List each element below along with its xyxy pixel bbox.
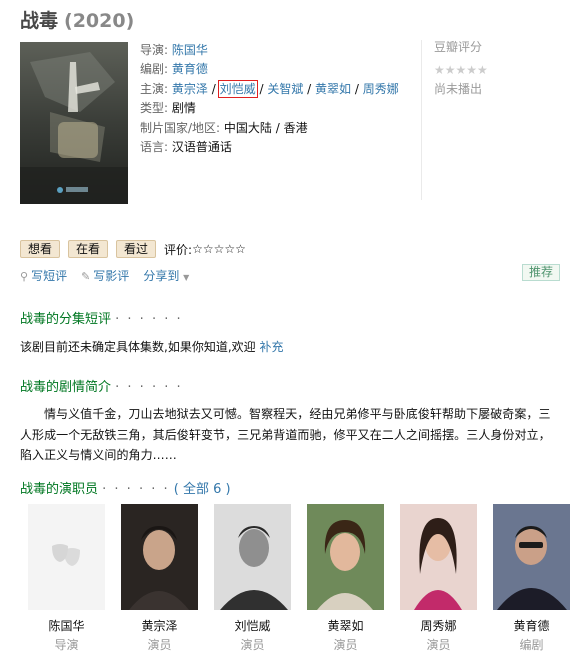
synopsis-text: 情与义值千金，刀山去地狱去又可憾。智察程天，经由兄弟修平与卧底俊轩帮助下屡破奇案… <box>20 407 551 462</box>
synopsis-heading: 战毒的剧情简介 · · · · · · <box>20 376 183 395</box>
avatar[interactable] <box>307 504 384 610</box>
director-link[interactable]: 陈国华 <box>172 43 208 57</box>
portrait-photo <box>214 504 291 610</box>
avatar-placeholder[interactable] <box>28 504 105 610</box>
avatar[interactable] <box>121 504 198 610</box>
cast-member[interactable]: 黄翠如 演员 <box>299 504 392 653</box>
cast-heading: 战毒的演职员 · · · · · · ( 全部 6 ) <box>20 478 231 497</box>
write-short-review-link[interactable]: 写短评 <box>31 269 67 283</box>
region-value: 中国大陆 / 香港 <box>223 120 308 135</box>
cast-separator: / <box>259 81 264 96</box>
portrait-photo <box>400 504 477 610</box>
cast-role: 导演 <box>54 638 79 652</box>
cast-row: 主演: 黄宗泽 / 刘恺威 / 关智斌 / 黄翠如 / 周秀娜 <box>140 79 415 99</box>
cast-member[interactable]: 黄育德 编剧 <box>485 504 576 653</box>
region-label: 制片国家/地区: <box>140 120 221 135</box>
sub-actions: ⚲ 写短评 ✎ 写影评 分享到 ▼ <box>20 267 206 284</box>
cast-link-1[interactable]: 黄宗泽 <box>172 82 208 96</box>
episodes-add-link[interactable]: 补充 <box>259 340 283 354</box>
show-title: 战毒 <box>20 10 59 32</box>
cast-name[interactable]: 黄宗泽 <box>113 617 206 634</box>
my-rating-stars[interactable]: ☆☆☆☆☆ <box>192 242 246 256</box>
cast-name[interactable]: 黄翠如 <box>299 617 392 634</box>
episodes-heading-dots: · · · · · · <box>115 312 183 327</box>
cast-list: 陈国华 导演 黄宗泽 演员 刘恺威 演员 黄翠如 演员 周秀娜 演员 黄育德 编… <box>20 504 576 653</box>
rating-status: 尚未播出 <box>434 82 483 96</box>
cast-role: 演员 <box>240 638 265 652</box>
poster-image[interactable] <box>20 42 128 204</box>
portrait-photo <box>493 504 570 610</box>
avatar[interactable] <box>493 504 570 610</box>
show-year: (2020) <box>64 10 135 32</box>
cast-all-link[interactable]: ( 全部 6 ) <box>174 482 231 497</box>
writer-link[interactable]: 黄育德 <box>172 62 208 76</box>
cast-role: 演员 <box>426 638 451 652</box>
cast-separator: / <box>211 81 216 96</box>
synopsis-heading-dots: · · · · · · <box>115 380 183 395</box>
writer-label: 编剧: <box>140 62 169 77</box>
region-row: 制片国家/地区: 中国大陆 / 香港 <box>140 119 415 138</box>
avatar[interactable] <box>214 504 291 610</box>
rating-label: 豆瓣评分 <box>434 40 483 54</box>
cast-separator: / <box>307 81 312 96</box>
episodes-heading: 战毒的分集短评 · · · · · · <box>20 308 183 327</box>
cast-member[interactable]: 陈国华 导演 <box>20 504 113 653</box>
cast-link-2[interactable]: 刘恺威 <box>217 79 258 98</box>
cast-heading-dots: · · · · · · <box>102 482 170 497</box>
my-rating-label: 评价: <box>164 242 193 257</box>
cast-member[interactable]: 刘恺威 演员 <box>206 504 299 653</box>
cast-member[interactable]: 黄宗泽 演员 <box>113 504 206 653</box>
comment-icon: ⚲ <box>20 270 29 283</box>
share-link[interactable]: 分享到 <box>143 269 179 283</box>
synopsis-heading-text: 战毒的剧情简介 <box>20 380 112 395</box>
language-row: 语言: 汉语普通话 <box>140 138 415 157</box>
mark-actions: 想看 在看 看过 评价: ☆☆☆☆☆ <box>20 240 246 258</box>
cast-link-5[interactable]: 周秀娜 <box>363 82 399 96</box>
portrait-photo <box>121 504 198 610</box>
cast-link-4[interactable]: 黄翠如 <box>315 82 351 96</box>
language-value: 汉语普通话 <box>171 140 232 155</box>
info-block: 导演: 陈国华 编剧: 黄育德 主演: 黄宗泽 / 刘恺威 / 关智斌 / 黄翠… <box>140 41 415 157</box>
rating-stars: ★★★★★ <box>434 63 488 77</box>
director-label: 导演: <box>140 43 169 57</box>
theater-masks-icon <box>28 504 105 610</box>
cast-name[interactable]: 陈国华 <box>20 617 113 634</box>
write-review[interactable]: ✎ 写影评 <box>81 267 129 284</box>
director-row: 导演: 陈国华 <box>140 41 415 60</box>
language-label: 语言: <box>140 140 169 155</box>
poster-artwork <box>20 42 128 204</box>
avatar[interactable] <box>400 504 477 610</box>
cast-name[interactable]: 黄育德 <box>485 617 576 634</box>
cast-role: 演员 <box>147 638 172 652</box>
cast-name[interactable]: 周秀娜 <box>392 617 485 634</box>
cast-member[interactable]: 周秀娜 演员 <box>392 504 485 653</box>
page-title: 战毒 (2020) <box>20 6 134 33</box>
write-review-link[interactable]: 写影评 <box>93 269 129 283</box>
chevron-down-icon: ▼ <box>183 273 190 282</box>
cast-name[interactable]: 刘恺威 <box>206 617 299 634</box>
cast-role: 演员 <box>333 638 358 652</box>
cast-heading-text: 战毒的演职员 <box>20 482 99 497</box>
genre-label: 类型: <box>140 101 169 116</box>
want-to-watch-button[interactable]: 想看 <box>20 240 61 258</box>
episodes-note: 该剧目前还未确定具体集数,如果你知道,欢迎 补充 <box>20 338 283 355</box>
watching-button[interactable]: 在看 <box>68 240 109 258</box>
writer-row: 编剧: 黄育德 <box>140 60 415 79</box>
write-short-review[interactable]: ⚲ 写短评 <box>20 267 67 284</box>
watched-button[interactable]: 看过 <box>116 240 157 258</box>
recommend-button[interactable]: 推荐 <box>521 264 560 281</box>
pencil-icon: ✎ <box>81 270 91 283</box>
cast-role: 编剧 <box>519 638 544 652</box>
episodes-heading-text: 战毒的分集短评 <box>20 312 112 327</box>
episodes-note-text: 该剧目前还未确定具体集数,如果你知道,欢迎 <box>20 340 256 354</box>
cast-link-3[interactable]: 关智斌 <box>267 82 303 96</box>
cast-label: 主演: <box>140 81 169 96</box>
douban-rating-panel: 豆瓣评分 ★★★★★ 尚未播出 <box>421 40 561 200</box>
share-menu[interactable]: 分享到 ▼ <box>143 267 192 284</box>
portrait-photo <box>307 504 384 610</box>
genre-value: 剧情 <box>171 101 196 116</box>
cast-separator: / <box>354 81 359 96</box>
genre-row: 类型: 剧情 <box>140 99 415 118</box>
